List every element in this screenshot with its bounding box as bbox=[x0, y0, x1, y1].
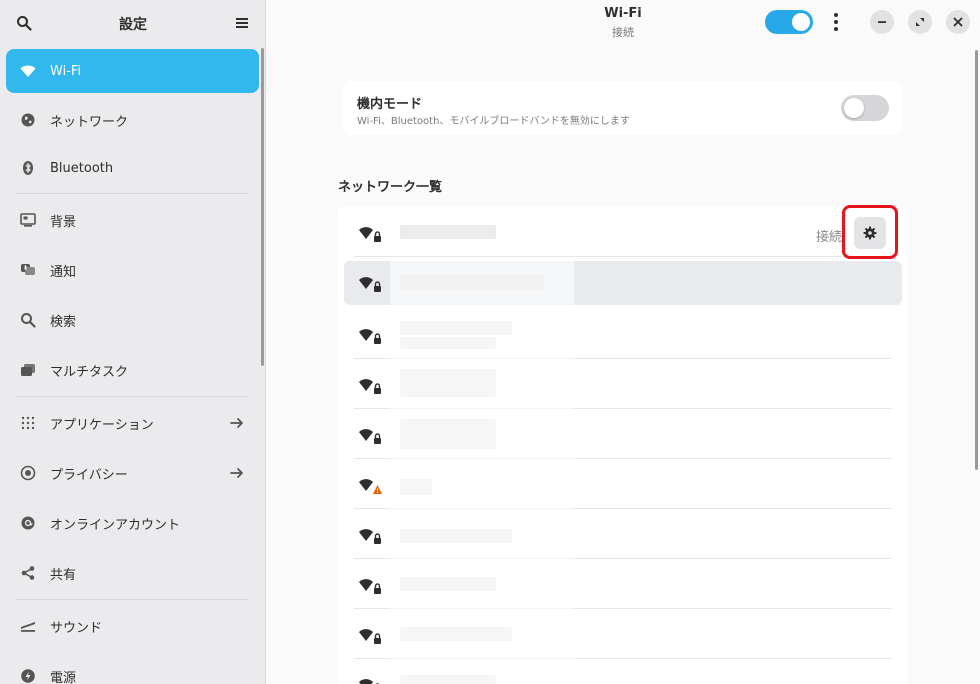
arrow-right-icon bbox=[230, 468, 243, 478]
content-scrollbar[interactable] bbox=[975, 50, 978, 470]
sidebar-header: 設定 bbox=[0, 0, 265, 46]
sidebar-item-label: アプリケーション bbox=[50, 417, 154, 433]
sidebar-item-bluetooth[interactable]: Bluetooth bbox=[6, 146, 259, 190]
toggle-knob bbox=[844, 98, 864, 118]
toggle-knob bbox=[792, 13, 810, 31]
sidebar-item-label: プライバシー bbox=[50, 467, 128, 483]
wifi-toggle[interactable] bbox=[765, 10, 813, 34]
sidebar-item-label: 検索 bbox=[50, 314, 77, 330]
airplane-mode-title: 機内モード bbox=[357, 97, 423, 112]
sidebar-item-label: 電源 bbox=[50, 670, 77, 684]
sidebar-divider bbox=[16, 193, 249, 194]
wifi-signal-lock-icon bbox=[359, 529, 381, 544]
network-row[interactable]: 接続 bbox=[338, 207, 908, 257]
sidebar-item-label: オンラインアカウント bbox=[50, 517, 181, 533]
sidebar: 設定 Wi-Fi ネットワーク Bluetooth 背景 通知 検索 マルチタス… bbox=[0, 0, 266, 684]
apps-grid-icon bbox=[20, 415, 36, 431]
bluetooth-icon bbox=[20, 160, 36, 176]
bell-icon bbox=[20, 262, 36, 278]
redaction-overlay bbox=[390, 258, 574, 684]
search-icon bbox=[20, 312, 36, 328]
wifi-signal-lock-icon bbox=[359, 227, 381, 242]
sidebar-divider bbox=[16, 396, 249, 397]
sidebar-item-online-accounts[interactable]: オンラインアカウント bbox=[6, 501, 259, 545]
sidebar-item-multitasking[interactable]: マルチタスク bbox=[6, 348, 259, 392]
minimize-button[interactable] bbox=[870, 10, 894, 34]
wifi-signal-lock-icon bbox=[359, 579, 381, 594]
minimize-icon bbox=[878, 21, 886, 23]
header-bar: Wi-Fi 接続 bbox=[266, 0, 980, 46]
highlight-box bbox=[842, 205, 898, 259]
kebab-menu-icon[interactable] bbox=[828, 12, 844, 32]
sidebar-item-search[interactable]: 検索 bbox=[6, 298, 259, 342]
wifi-signal-lock-icon bbox=[359, 329, 381, 344]
multitasking-icon bbox=[20, 362, 36, 378]
sidebar-item-power[interactable]: 電源 bbox=[6, 654, 259, 684]
connection-status: 接続 bbox=[816, 230, 843, 245]
sidebar-item-notifications[interactable]: 通知 bbox=[6, 248, 259, 292]
wifi-signal-lock-icon bbox=[359, 379, 381, 394]
row-divider bbox=[354, 256, 892, 257]
wifi-signal-lock-icon bbox=[359, 629, 381, 644]
sidebar-item-network[interactable]: ネットワーク bbox=[6, 98, 259, 142]
sidebar-item-privacy[interactable]: プライバシー bbox=[6, 451, 259, 495]
sidebar-item-label: Bluetooth bbox=[50, 160, 114, 176]
sidebar-divider bbox=[16, 599, 249, 600]
sidebar-item-label: ネットワーク bbox=[50, 114, 129, 130]
sidebar-item-sharing[interactable]: 共有 bbox=[6, 551, 259, 595]
arrow-right-icon bbox=[230, 418, 243, 428]
close-icon bbox=[953, 17, 963, 27]
wifi-icon bbox=[20, 63, 36, 79]
wifi-signal-warning-icon bbox=[359, 479, 382, 494]
speaker-icon bbox=[20, 618, 36, 634]
hamburger-menu-icon[interactable] bbox=[234, 15, 250, 31]
airplane-mode-row: 機内モード Wi-Fi、Bluetooth、モバイルブロードバンドを無効にします bbox=[343, 82, 903, 134]
sidebar-scrollbar[interactable] bbox=[261, 48, 264, 366]
globe-icon bbox=[20, 112, 36, 128]
sidebar-item-label: 共有 bbox=[50, 567, 77, 583]
sidebar-item-sound[interactable]: サウンド bbox=[6, 604, 259, 648]
sidebar-item-background[interactable]: 背景 bbox=[6, 198, 259, 242]
sidebar-item-label: マルチタスク bbox=[50, 364, 129, 380]
sidebar-item-label: 通知 bbox=[50, 264, 77, 280]
airplane-mode-toggle[interactable] bbox=[841, 95, 889, 121]
wifi-signal-lock-icon bbox=[359, 679, 380, 684]
at-icon bbox=[20, 515, 36, 531]
sidebar-item-label: 背景 bbox=[50, 214, 77, 230]
share-icon bbox=[20, 565, 36, 581]
sidebar-item-applications[interactable]: アプリケーション bbox=[6, 401, 259, 445]
sidebar-title: 設定 bbox=[119, 17, 147, 33]
sidebar-item-wifi[interactable]: Wi-Fi bbox=[6, 49, 259, 93]
display-icon bbox=[20, 212, 36, 228]
maximize-button[interactable] bbox=[908, 10, 932, 34]
privacy-icon bbox=[20, 465, 36, 481]
network-list-title: ネットワーク一覧 bbox=[338, 180, 443, 195]
close-button[interactable] bbox=[946, 10, 970, 34]
wifi-signal-lock-icon bbox=[359, 429, 381, 444]
sidebar-item-label: Wi-Fi bbox=[50, 63, 82, 79]
power-icon bbox=[20, 668, 36, 684]
network-name-redacted bbox=[400, 225, 496, 239]
maximize-icon bbox=[916, 18, 924, 26]
sidebar-item-label: サウンド bbox=[50, 620, 103, 636]
airplane-mode-description: Wi-Fi、Bluetooth、モバイルブロードバンドを無効にします bbox=[357, 116, 630, 127]
wifi-signal-lock-icon bbox=[359, 277, 381, 292]
